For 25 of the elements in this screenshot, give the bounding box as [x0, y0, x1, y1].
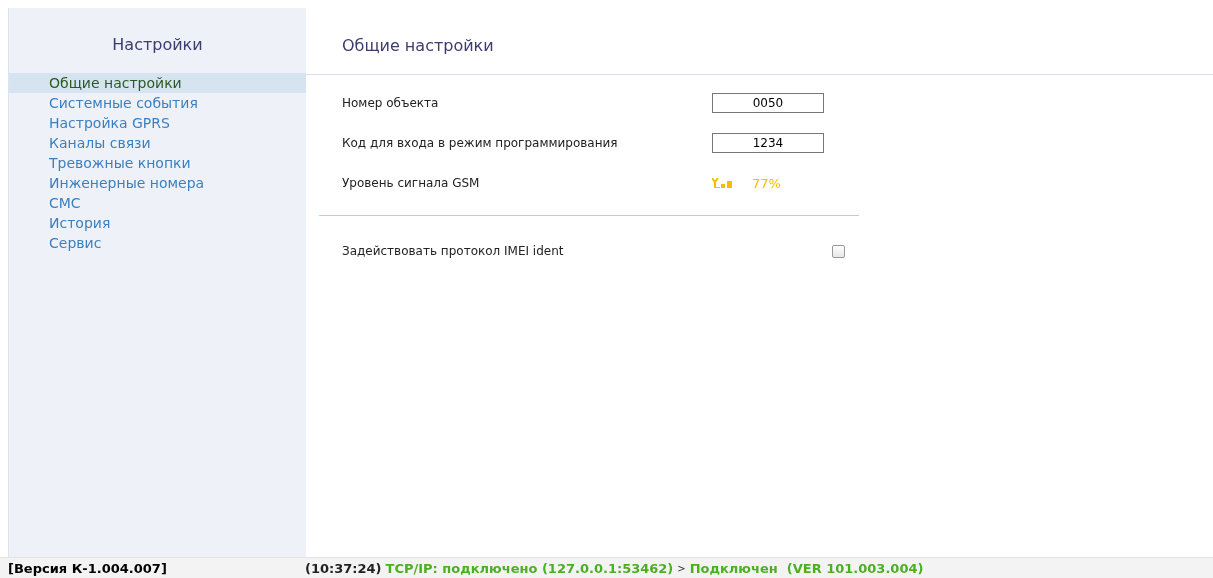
- sidebar-item[interactable]: СМС: [9, 193, 306, 213]
- version-text: [Версия К-1.004.007]: [7, 560, 168, 576]
- sidebar-item[interactable]: Сервис: [9, 233, 306, 253]
- input-field[interactable]: 1234: [712, 133, 824, 153]
- option-label: Задействовать протокол IMEI ident: [342, 244, 565, 258]
- status-text: Подключен (VER 101.003.004): [689, 560, 924, 576]
- field-label: Код для входа в режим программирования: [342, 136, 619, 150]
- signal-reading: 77%: [752, 175, 781, 191]
- sidebar-item[interactable]: Инженерные номера: [9, 173, 306, 193]
- sidebar-item[interactable]: Общие настройки: [9, 73, 306, 93]
- status-text: TCP/IP: подключено (127.0.0.1:53462): [385, 560, 674, 576]
- input-field[interactable]: 0050: [712, 93, 824, 113]
- sidebar-title: Настройки: [111, 34, 204, 56]
- status-text: (10:37:24): [305, 560, 382, 576]
- sidebar-item[interactable]: Настройка GPRS: [9, 113, 306, 133]
- sidebar-item[interactable]: Каналы связи: [9, 133, 306, 153]
- field-label: Номер объекта: [342, 96, 440, 110]
- status-text: >: [677, 562, 686, 574]
- sidebar-item[interactable]: Системные события: [9, 93, 306, 113]
- field-label: Уровень сигнала GSM: [342, 176, 481, 190]
- checkbox[interactable]: [832, 244, 845, 258]
- sidebar-item[interactable]: Тревожные кнопки: [9, 153, 306, 173]
- sidebar-item[interactable]: История: [9, 213, 306, 233]
- page-title: Общие настройки: [306, 8, 1213, 75]
- signal-icon: [712, 178, 734, 188]
